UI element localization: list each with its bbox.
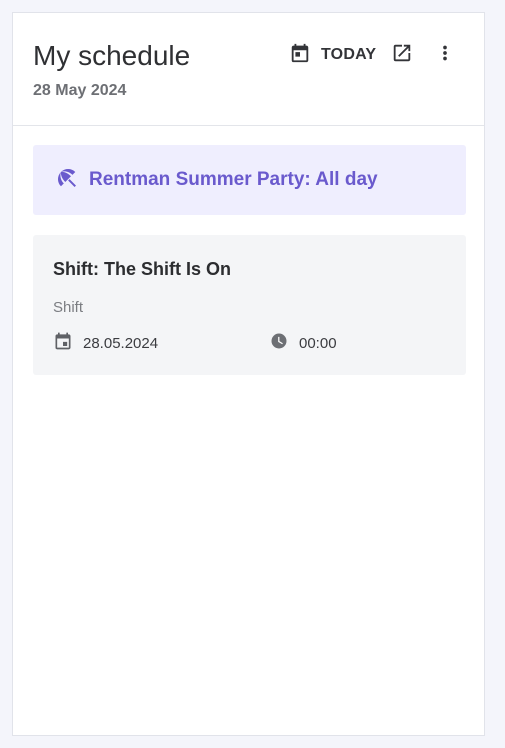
schedule-card: My schedule 28 May 2024 TODAY Rentman Su… [12, 12, 485, 736]
shift-date-row: 28.05.2024 [53, 331, 158, 356]
more-options-button[interactable] [433, 43, 457, 67]
shift-card[interactable]: Shift: The Shift Is On Shift 28.05.2024 … [33, 235, 466, 375]
schedule-header: My schedule 28 May 2024 TODAY [13, 13, 484, 126]
today-button[interactable]: TODAY [289, 41, 376, 69]
today-label: TODAY [321, 46, 377, 63]
shift-title: Shift: The Shift Is On [53, 259, 231, 279]
clock-icon [269, 331, 289, 356]
open-in-new-icon [391, 42, 413, 69]
event-banner[interactable]: Rentman Summer Party: All day [33, 145, 466, 215]
calendar-icon [53, 331, 73, 356]
calendar-icon [289, 42, 311, 69]
shift-time-row: 00:00 [269, 331, 337, 356]
shift-type: Shift [53, 299, 84, 316]
open-in-new-button[interactable] [390, 43, 414, 67]
page-title: My schedule [33, 40, 191, 71]
more-vertical-icon [434, 42, 456, 69]
shift-time: 00:00 [299, 335, 337, 352]
shift-date: 28.05.2024 [83, 335, 159, 352]
beach-umbrella-icon [33, 166, 79, 195]
current-date: 28 May 2024 [33, 82, 127, 99]
event-banner-text: Rentman Summer Party: All day [89, 169, 378, 190]
